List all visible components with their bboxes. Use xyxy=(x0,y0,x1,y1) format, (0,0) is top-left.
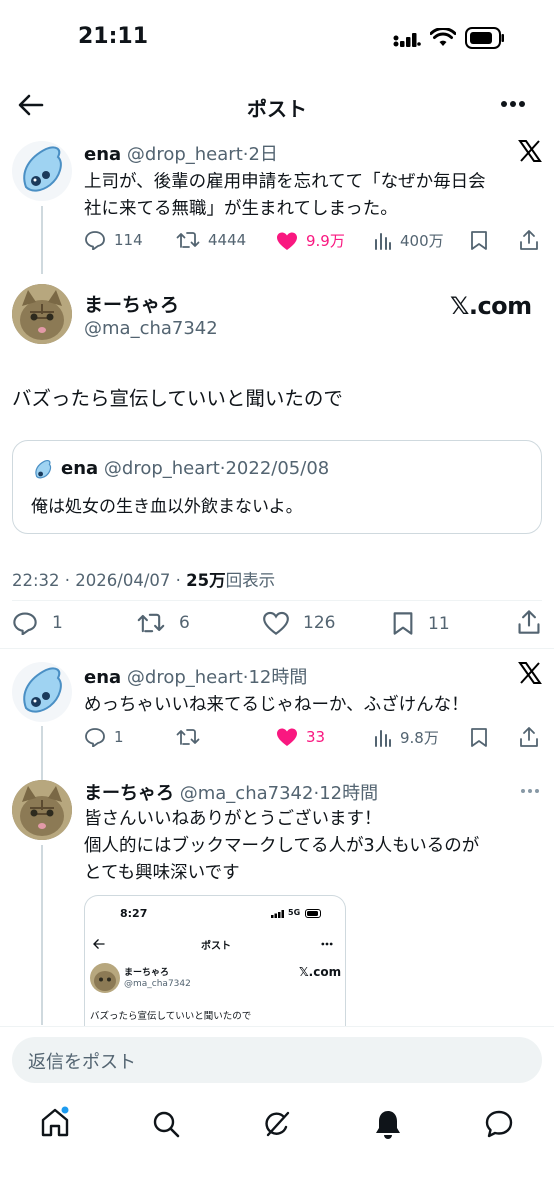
views-button[interactable]: 400万 xyxy=(374,230,444,251)
like-button[interactable]: 33 xyxy=(276,727,325,747)
bookmark-button[interactable]: 11 xyxy=(392,611,450,636)
nav-home[interactable] xyxy=(40,1106,70,1138)
x-logo-icon xyxy=(518,662,542,684)
post-text: 上司が、後輩の雇用申請を忘れてて「なぜか毎日会 社に来てる無職」が生まれてしまっ… xyxy=(84,172,486,219)
share-icon[interactable] xyxy=(518,229,540,251)
home-icon xyxy=(41,1106,69,1137)
post-header: ena @drop_heart·2日 xyxy=(84,144,278,165)
status-time: 21:11 xyxy=(78,24,149,49)
post-text: バズったら宣伝していいと聞いたので xyxy=(12,387,343,410)
thread-line xyxy=(41,726,43,780)
repost-button[interactable]: 4444 xyxy=(176,230,246,250)
share-icon[interactable] xyxy=(516,609,542,635)
post-time[interactable]: 12時間 xyxy=(248,667,307,688)
author-handle[interactable]: @drop_heart xyxy=(127,144,243,165)
reply-icon xyxy=(13,612,37,635)
reply-button[interactable]: 114 xyxy=(84,230,143,250)
more-options-icon[interactable] xyxy=(500,100,526,108)
post-text: めっちゃいいね来てるじゃねーか、ふざけんな！ xyxy=(84,695,469,715)
nav-messages[interactable] xyxy=(484,1109,514,1139)
quote-header: ena @drop_heart·2022/05/08 xyxy=(61,458,330,479)
views-icon xyxy=(375,729,391,747)
x-logo-icon xyxy=(518,140,542,162)
post-time[interactable]: 12時間 xyxy=(319,783,378,804)
status-bar: 21:11 xyxy=(0,0,554,70)
repost-icon xyxy=(176,232,200,248)
repost-icon xyxy=(137,613,165,633)
chat-icon xyxy=(485,1110,513,1138)
avatar[interactable] xyxy=(12,284,72,344)
reply-icon xyxy=(85,728,105,747)
quote-text: 俺は処女の生き血以外飲まないよ。 xyxy=(31,497,303,517)
repost-button[interactable] xyxy=(176,727,200,747)
author-name[interactable]: ena xyxy=(84,667,121,688)
battery-icon xyxy=(465,27,505,49)
thread-line xyxy=(41,206,43,274)
more-options-icon[interactable] xyxy=(520,788,540,794)
attached-image[interactable]: 8:27 5G ポスト まーちゃろ @ma_cha7342 𝕏.com バズった… xyxy=(84,895,346,1030)
avatar[interactable] xyxy=(12,141,72,201)
reply-input[interactable]: 返信をポスト xyxy=(12,1037,542,1083)
quote-avatar xyxy=(31,458,55,482)
author-handle[interactable]: @ma_cha7342 xyxy=(180,783,314,804)
author-handle[interactable]: @drop_heart xyxy=(127,667,243,688)
reply-button[interactable]: 1 xyxy=(84,727,124,747)
bookmark-icon[interactable] xyxy=(470,727,488,748)
post-header: まーちゃろ @ma_cha7342·12時間 xyxy=(84,783,379,804)
heart-icon xyxy=(263,611,289,635)
post-meta: 22:32 · 2026/04/07 · 25万回表示 xyxy=(12,571,276,590)
repost-button[interactable]: 6 xyxy=(137,611,190,635)
thread-line xyxy=(41,845,43,1025)
avatar[interactable] xyxy=(12,780,72,840)
more-options-icon xyxy=(321,942,333,946)
brand-logo: 𝕏.com xyxy=(299,965,342,979)
like-button[interactable]: 9.9万 xyxy=(276,230,345,251)
post-time[interactable]: 2日 xyxy=(248,144,277,165)
views-icon xyxy=(375,232,391,250)
post-text: 皆さんいいねありがとうございます！ 個人的にはブックマークしてる人が3人もいるの… xyxy=(84,809,480,883)
grok-icon xyxy=(265,1111,290,1137)
nav-notifications[interactable] xyxy=(374,1108,402,1140)
heart-filled-icon xyxy=(277,232,297,250)
signal-icon xyxy=(271,910,285,918)
avatar[interactable] xyxy=(12,662,72,722)
heart-filled-icon xyxy=(277,728,297,746)
wifi-icon xyxy=(430,28,456,48)
page-title: ポスト xyxy=(247,97,307,121)
post-header: ena @drop_heart·12時間 xyxy=(84,667,308,688)
reply-button[interactable]: 1 xyxy=(12,611,63,635)
avatar xyxy=(90,963,120,993)
search-icon xyxy=(153,1111,180,1138)
author-handle[interactable]: @ma_cha7342 xyxy=(84,318,218,339)
battery-icon xyxy=(305,909,323,918)
reply-input-placeholder: 返信をポスト xyxy=(28,1052,136,1073)
author-name[interactable]: ena xyxy=(84,144,121,165)
nav-search[interactable] xyxy=(152,1110,180,1138)
author-name[interactable]: まーちゃろ xyxy=(84,290,179,317)
author-name[interactable]: まーちゃろ xyxy=(84,783,174,804)
views-button[interactable]: 9.8万 xyxy=(374,727,439,748)
signal-icon xyxy=(393,30,421,48)
brand-logo: 𝕏.com xyxy=(450,292,532,320)
bookmark-icon xyxy=(393,612,413,635)
bookmark-icon[interactable] xyxy=(470,230,488,251)
reply-icon xyxy=(85,231,105,250)
quote-card[interactable]: ena @drop_heart·2022/05/08 俺は処女の生き血以外飲まな… xyxy=(12,440,542,534)
repost-icon xyxy=(176,729,200,745)
like-button[interactable]: 126 xyxy=(263,611,335,635)
share-icon[interactable] xyxy=(518,726,540,748)
nav-grok[interactable] xyxy=(262,1109,292,1139)
bell-icon xyxy=(376,1111,400,1139)
